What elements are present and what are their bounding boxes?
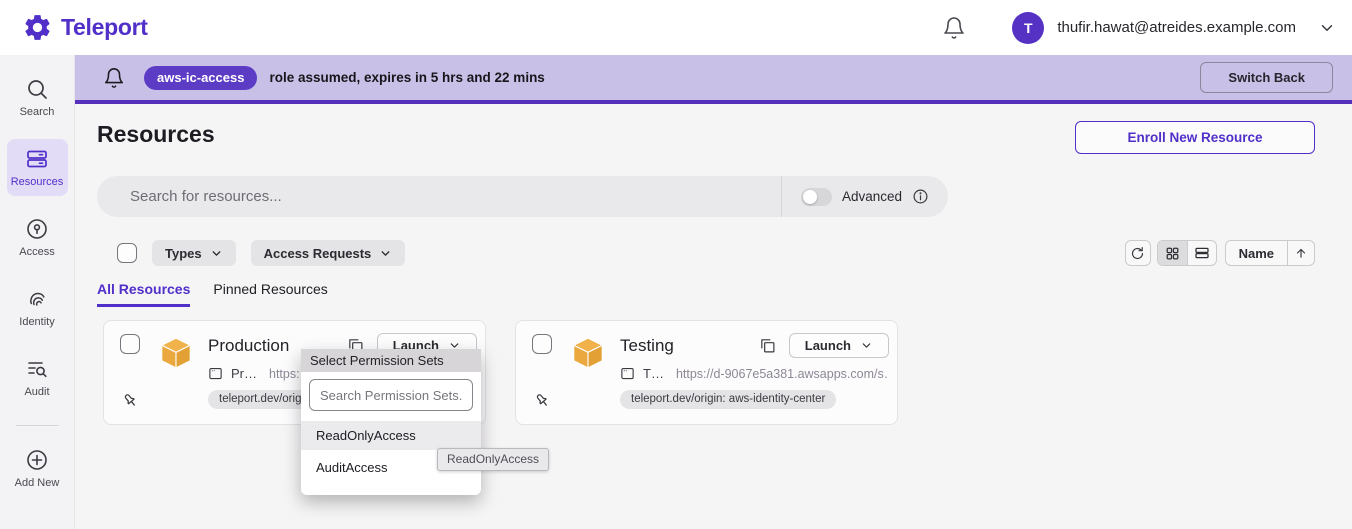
sidebar-item-audit[interactable]: Audit: [7, 349, 68, 406]
view-mode-toggle: [1157, 240, 1217, 266]
access-icon: [25, 217, 49, 241]
search-icon: [25, 77, 49, 101]
tab-all-resources[interactable]: All Resources: [97, 281, 190, 307]
sort-by-name-button[interactable]: Name: [1226, 246, 1287, 261]
sidebar-label: Access: [19, 246, 54, 258]
origin-label-badge: teleport.dev/origin: aws-identity-center: [620, 390, 836, 409]
user-email[interactable]: thufir.hawat@atreides.example.com: [1057, 19, 1296, 36]
switch-back-button[interactable]: Switch Back: [1200, 62, 1333, 93]
sidebar-label: Add New: [15, 477, 60, 489]
sidebar-label: Resources: [11, 176, 64, 188]
audit-icon: [25, 357, 49, 381]
top-bar-right: T thufir.hawat@atreides.example.com: [942, 12, 1352, 44]
permission-sets-search-input[interactable]: [309, 379, 473, 411]
notifications-bell-icon[interactable]: [942, 16, 966, 40]
sidebar-item-identity[interactable]: Identity: [7, 279, 68, 336]
pin-icon[interactable]: [121, 391, 140, 410]
banner-message: role assumed, expires in 5 hrs and 22 mi…: [269, 70, 544, 85]
resource-tabs: All Resources Pinned Resources: [97, 281, 1315, 307]
teleport-app: Teleport T thufir.hawat@atreides.example…: [0, 0, 1352, 529]
page-title: Resources: [97, 121, 215, 148]
advanced-label: Advanced: [842, 189, 902, 204]
resource-short-name: Pr…: [231, 366, 257, 381]
types-filter-button[interactable]: Types: [152, 240, 236, 266]
enroll-new-resource-button[interactable]: Enroll New Resource: [1075, 121, 1315, 154]
permission-set-option-readonlyaccess[interactable]: ReadOnlyAccess: [301, 421, 481, 450]
app-window-icon: [208, 366, 223, 381]
resource-url: https://d-9067e5a381.awsapps.com/s…: [676, 367, 889, 381]
resource-name: Testing: [620, 336, 674, 356]
resources-icon: [25, 147, 49, 171]
toggle-knob: [803, 190, 817, 204]
sidebar-item-add-new[interactable]: Add New: [7, 440, 68, 497]
permission-sets-dropdown: Select Permission Sets ReadOnlyAccess Au…: [301, 349, 481, 495]
access-requests-filter-label: Access Requests: [264, 246, 372, 261]
search-resources-input[interactable]: [97, 176, 781, 217]
copy-icon[interactable]: [759, 337, 776, 354]
card-checkbox[interactable]: [532, 334, 552, 354]
resource-card-grid: Production Launch Pr…: [103, 320, 1315, 425]
sort-direction-arrow-up-icon[interactable]: [1287, 241, 1314, 265]
list-view-button[interactable]: [1187, 241, 1216, 265]
grid-view-button[interactable]: [1158, 241, 1187, 265]
card-checkbox[interactable]: [120, 334, 140, 354]
launch-button[interactable]: Launch: [789, 333, 889, 358]
teleport-logo[interactable]: Teleport: [0, 12, 148, 43]
banner-bell-icon: [103, 67, 125, 89]
assumed-role-badge: aws-ic-access: [144, 66, 257, 90]
access-requests-filter-button[interactable]: Access Requests: [251, 240, 406, 266]
permission-sets-dropdown-title: Select Permission Sets: [301, 349, 481, 372]
resource-url: https:: [269, 367, 300, 381]
sidebar-divider: [16, 425, 59, 426]
sidebar-label: Identity: [19, 316, 54, 328]
resource-search-bar: Advanced: [97, 176, 948, 217]
identity-fingerprint-icon: [25, 287, 49, 311]
main-content: Resources Enroll New Resource Advanced T…: [75, 104, 1352, 529]
sidebar-label: Search: [20, 106, 55, 118]
sort-control: Name: [1225, 240, 1315, 266]
sidebar-item-search[interactable]: Search: [7, 69, 68, 126]
user-avatar[interactable]: T: [1012, 12, 1044, 44]
info-icon[interactable]: [912, 188, 929, 205]
sidebar-nav: Search Resources Access Identity Audit: [0, 55, 75, 529]
sidebar-item-resources[interactable]: Resources: [7, 139, 68, 196]
refresh-button[interactable]: [1125, 240, 1151, 266]
sidebar-item-access[interactable]: Access: [7, 209, 68, 266]
aws-account-icon: [569, 334, 607, 372]
select-all-checkbox[interactable]: [117, 243, 137, 263]
user-menu-chevron-down-icon[interactable]: [1318, 19, 1336, 37]
types-filter-label: Types: [165, 246, 202, 261]
brand-name: Teleport: [61, 14, 148, 41]
top-bar: Teleport T thufir.hawat@atreides.example…: [0, 0, 1352, 55]
tab-pinned-resources[interactable]: Pinned Resources: [213, 281, 327, 307]
advanced-search-section: Advanced: [781, 176, 948, 217]
teleport-gear-icon: [22, 12, 53, 43]
permission-set-tooltip: ReadOnlyAccess: [437, 448, 549, 471]
resource-card-testing[interactable]: Testing Launch T…: [515, 320, 898, 425]
resource-name: Production: [208, 336, 289, 356]
launch-label: Launch: [805, 338, 851, 353]
resource-short-name: T…: [643, 366, 664, 381]
pin-icon[interactable]: [533, 391, 552, 410]
advanced-toggle[interactable]: [801, 188, 832, 206]
chevron-down-icon: [860, 339, 873, 352]
aws-account-icon: [157, 334, 195, 372]
add-new-icon: [25, 448, 49, 472]
assumed-role-banner: aws-ic-access role assumed, expires in 5…: [75, 55, 1352, 104]
app-window-icon: [620, 366, 635, 381]
sidebar-label: Audit: [24, 386, 49, 398]
chevron-down-icon: [379, 247, 392, 260]
chevron-down-icon: [210, 247, 223, 260]
